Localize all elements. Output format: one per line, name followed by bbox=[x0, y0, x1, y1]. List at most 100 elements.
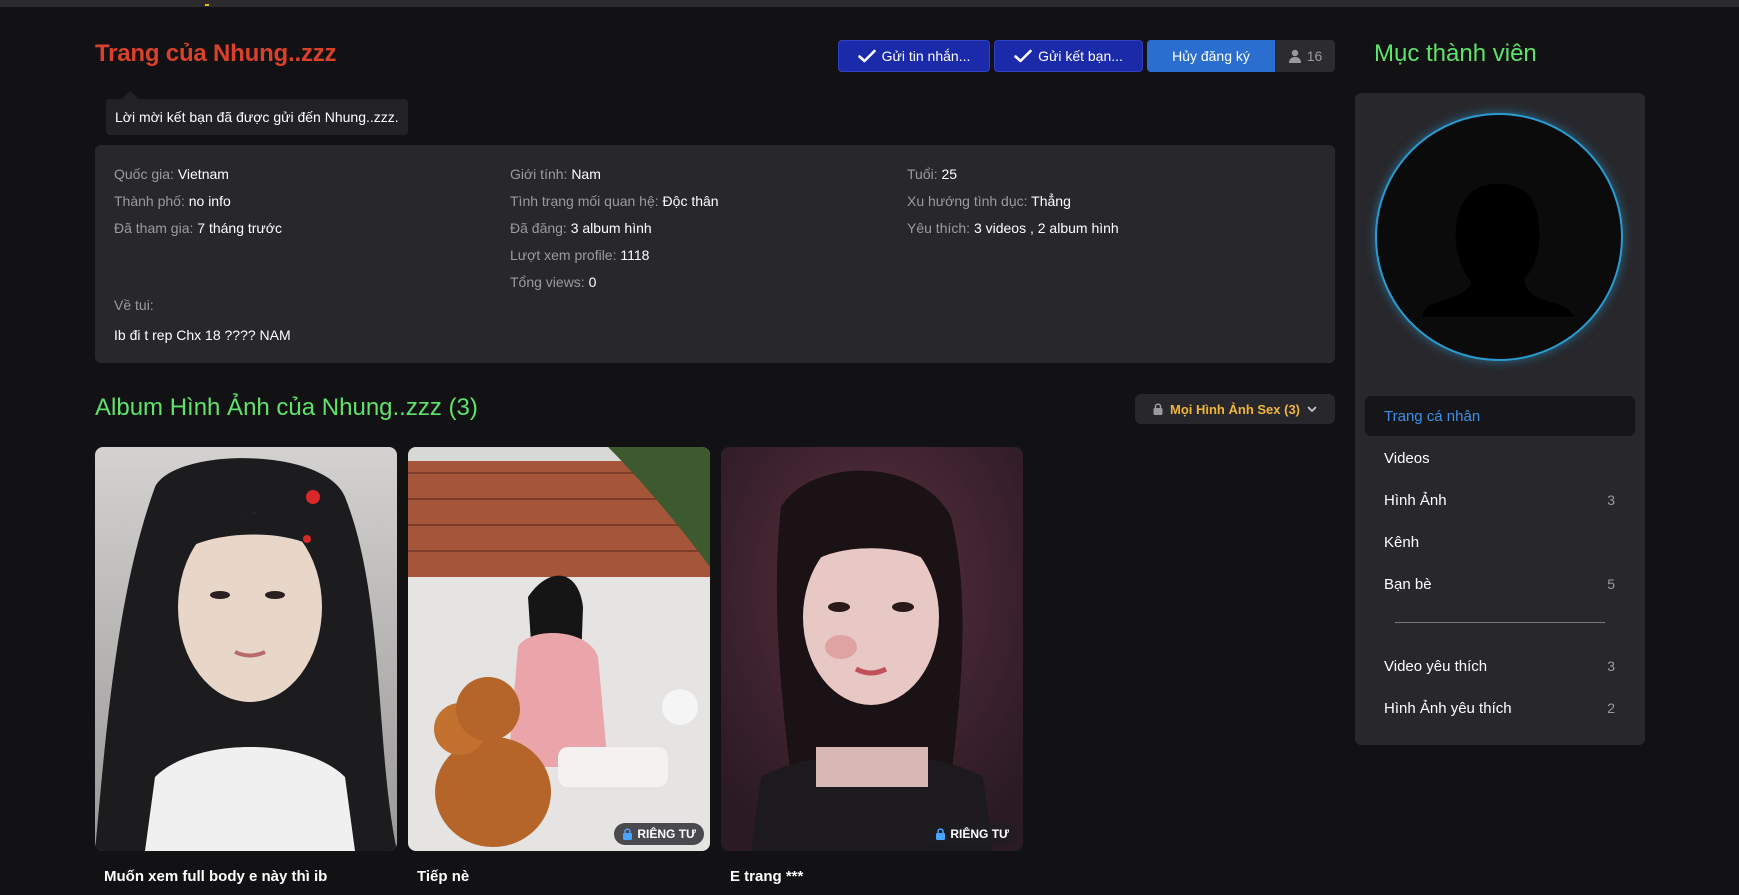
sidebar-item-photos[interactable]: Hình Ảnh 3 bbox=[1365, 480, 1635, 520]
lock-icon bbox=[623, 828, 633, 840]
album-section-title: Album Hình Ảnh của Nhung..zzz (3) bbox=[95, 394, 478, 421]
sidebar-title: Mục thành viên bbox=[1374, 40, 1537, 67]
sidebar-item-friends[interactable]: Bạn bè 5 bbox=[1365, 564, 1635, 604]
sidebar-item-label: Trang cá nhân bbox=[1384, 407, 1481, 425]
sidebar-item-favorite-photos[interactable]: Hình Ảnh yêu thích 2 bbox=[1365, 688, 1635, 728]
info-profile-views: Lượt xem profile: 1118 bbox=[510, 246, 719, 273]
subscriber-count-value: 16 bbox=[1306, 48, 1323, 64]
sidebar-item-label: Kênh bbox=[1384, 533, 1420, 551]
album-thumbnail[interactable]: RIÊNG TƯ bbox=[408, 447, 710, 851]
page-title: Trang của Nhung..zzz bbox=[95, 40, 337, 67]
album-photo bbox=[721, 447, 1023, 851]
lock-icon bbox=[1153, 403, 1163, 415]
info-favorites: Yêu thích: 3 videos , 2 album hình bbox=[907, 219, 1119, 246]
info-value: 0 bbox=[588, 274, 597, 290]
about-section: Về tui: Ib đi t rep Chx 18 ???? NAM bbox=[114, 297, 291, 343]
unsubscribe-label: Hủy đăng ký bbox=[1172, 48, 1250, 64]
info-age: Tuổi: 25 bbox=[907, 165, 1119, 192]
info-posted: Đã đăng: 3 album hình bbox=[510, 219, 719, 246]
info-label: Lượt xem profile: bbox=[510, 247, 617, 263]
info-label: Xu hướng tình dục: bbox=[907, 193, 1028, 209]
info-total-views: Tổng views: 0 bbox=[510, 273, 719, 300]
sidebar-item-profile[interactable]: Trang cá nhân bbox=[1365, 396, 1635, 436]
album-card[interactable]: Muốn xem full body e này thì ib bbox=[95, 447, 397, 885]
sidebar-item-count: 2 bbox=[1607, 700, 1615, 716]
album-thumbnail[interactable]: RIÊNG TƯ bbox=[721, 447, 1023, 851]
info-label: Tình trạng mối quan hệ: bbox=[510, 193, 659, 209]
album-caption[interactable]: Muốn xem full body e này thì ib bbox=[104, 868, 327, 885]
info-joined: Đã tham gia: 7 tháng trước bbox=[114, 219, 282, 246]
album-caption[interactable]: E trang *** bbox=[730, 868, 803, 885]
sidebar-item-count: 3 bbox=[1607, 658, 1615, 674]
info-value: 3 album hình bbox=[570, 220, 652, 236]
info-label: Tuổi: bbox=[907, 166, 938, 182]
info-value: no info bbox=[188, 193, 231, 209]
send-message-label: Gửi tin nhắn... bbox=[881, 48, 971, 64]
chevron-down-icon bbox=[1307, 406, 1317, 412]
sidebar-item-label: Video yêu thích bbox=[1384, 657, 1488, 675]
info-label: Quốc gia: bbox=[114, 166, 174, 182]
subscriber-count: 16 bbox=[1275, 40, 1335, 72]
info-label: Giới tính: bbox=[510, 166, 568, 182]
check-icon bbox=[857, 49, 876, 63]
sidebar-item-count: 3 bbox=[1607, 492, 1615, 508]
sidebar-item-label: Hình Ảnh bbox=[1384, 491, 1447, 509]
subscribe-group: Hủy đăng ký 16 bbox=[1147, 40, 1335, 72]
info-column-1: Quốc gia: Vietnam Thành phố: no info Đã … bbox=[114, 165, 282, 246]
check-icon bbox=[1014, 49, 1032, 63]
lock-icon bbox=[936, 828, 946, 840]
sidebar-item-label: Bạn bè bbox=[1384, 575, 1432, 593]
sidebar-divider bbox=[1395, 622, 1605, 623]
album-filter-label: Mọi Hình Ảnh Sex (3) bbox=[1170, 401, 1300, 417]
user-icon bbox=[1288, 49, 1301, 63]
about-text: Ib đi t rep Chx 18 ???? NAM bbox=[114, 327, 291, 343]
album-thumbnail[interactable] bbox=[95, 447, 397, 851]
info-label: Yêu thích: bbox=[907, 220, 971, 236]
info-column-3: Tuổi: 25 Xu hướng tình dục: Thẳng Yêu th… bbox=[907, 165, 1119, 246]
info-column-2: Giới tính: Nam Tình trạng mối quan hệ: Đ… bbox=[510, 165, 719, 300]
info-value: Nam bbox=[571, 166, 601, 182]
unsubscribe-button[interactable]: Hủy đăng ký bbox=[1147, 40, 1275, 72]
info-orientation: Xu hướng tình dục: Thẳng bbox=[907, 192, 1119, 219]
about-label: Về tui: bbox=[114, 297, 154, 313]
private-badge-label: RIÊNG TƯ bbox=[637, 827, 696, 841]
album-card[interactable]: RIÊNG TƯ Tiếp nè bbox=[408, 447, 710, 885]
profile-info-panel: Quốc gia: Vietnam Thành phố: no info Đã … bbox=[95, 145, 1335, 363]
friend-request-notice: Lời mời kết bạn đã được gửi đến Nhung..z… bbox=[106, 99, 408, 135]
top-bar bbox=[0, 0, 1739, 7]
sidebar-menu: Trang cá nhân Videos Hình Ảnh 3 Kênh Bạn … bbox=[1355, 396, 1645, 730]
album-photo bbox=[95, 447, 397, 851]
info-relationship: Tình trạng mối quan hệ: Độc thân bbox=[510, 192, 719, 219]
avatar[interactable] bbox=[1375, 113, 1623, 361]
member-sidebar: Trang cá nhân Videos Hình Ảnh 3 Kênh Bạn … bbox=[1355, 93, 1645, 745]
info-label: Đã đăng: bbox=[510, 220, 567, 236]
sidebar-item-label: Videos bbox=[1384, 449, 1430, 467]
info-value: Thẳng bbox=[1031, 193, 1071, 209]
private-badge: RIÊNG TƯ bbox=[927, 823, 1017, 845]
info-value: 7 tháng trước bbox=[197, 220, 282, 236]
send-friend-request-button[interactable]: Gửi kết bạn... bbox=[994, 40, 1143, 72]
sidebar-item-favorite-videos[interactable]: Video yêu thích 3 bbox=[1365, 646, 1635, 686]
info-value: 1118 bbox=[620, 247, 650, 263]
sidebar-item-count: 5 bbox=[1607, 576, 1615, 592]
album-filter-dropdown[interactable]: Mọi Hình Ảnh Sex (3) bbox=[1135, 394, 1335, 424]
info-country: Quốc gia: Vietnam bbox=[114, 165, 282, 192]
private-badge: RIÊNG TƯ bbox=[614, 823, 704, 845]
default-avatar-silhouette-icon bbox=[1422, 183, 1574, 317]
send-message-button[interactable]: Gửi tin nhắn... bbox=[838, 40, 990, 72]
sidebar-item-videos[interactable]: Videos bbox=[1365, 438, 1635, 478]
sidebar-item-label: Hình Ảnh yêu thích bbox=[1384, 699, 1512, 717]
info-value: Độc thân bbox=[662, 193, 719, 209]
private-badge-label: RIÊNG TƯ bbox=[950, 827, 1009, 841]
send-friend-request-label: Gửi kết bạn... bbox=[1038, 48, 1123, 64]
info-label: Thành phố: bbox=[114, 193, 185, 209]
info-gender: Giới tính: Nam bbox=[510, 165, 719, 192]
profile-actions: Gửi tin nhắn... Gửi kết bạn... Hủy đăng … bbox=[838, 40, 1335, 72]
top-bar-indicator bbox=[205, 4, 209, 6]
info-value: Vietnam bbox=[177, 166, 229, 182]
album-caption[interactable]: Tiếp nè bbox=[417, 868, 469, 885]
sidebar-item-channels[interactable]: Kênh bbox=[1365, 522, 1635, 562]
info-label: Tổng views: bbox=[510, 274, 585, 290]
info-value: 25 bbox=[941, 166, 958, 182]
album-card[interactable]: RIÊNG TƯ E trang *** bbox=[721, 447, 1023, 885]
